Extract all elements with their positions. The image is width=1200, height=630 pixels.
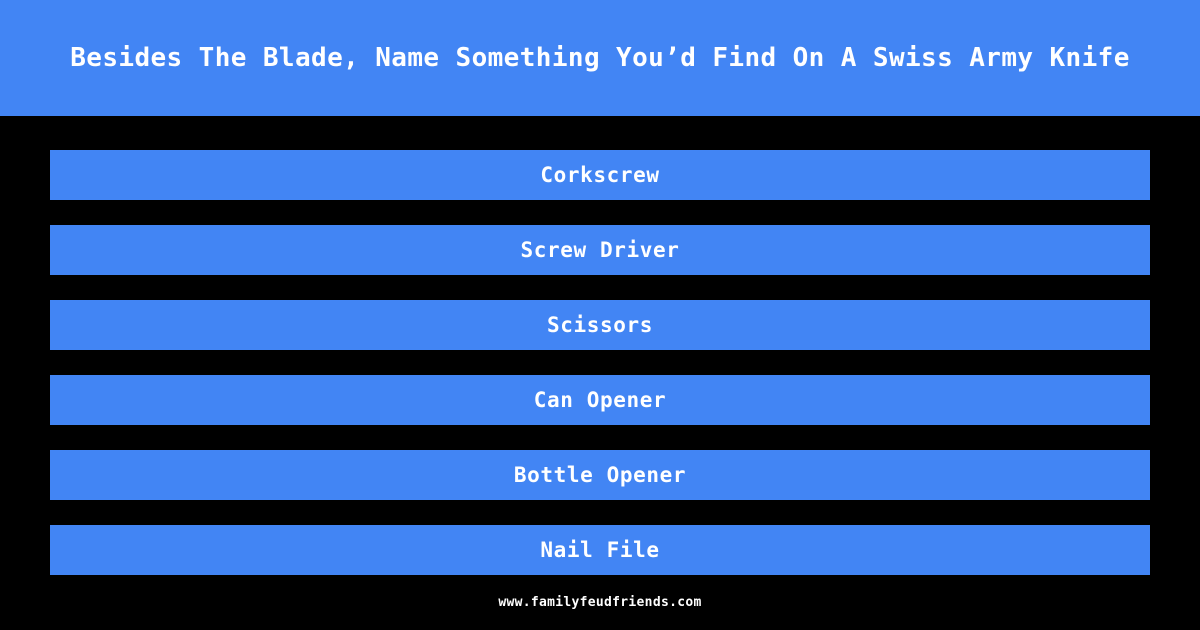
answer-label: Bottle Opener <box>513 463 687 487</box>
answer-label: Corkscrew <box>540 163 660 187</box>
answer-label: Scissors <box>547 313 653 337</box>
footer: www.familyfeudfriends.com <box>0 575 1200 630</box>
answer-row-4[interactable]: Can Opener <box>50 375 1150 425</box>
answer-row-1[interactable]: Corkscrew <box>50 150 1150 200</box>
answer-row-3[interactable]: Scissors <box>50 300 1150 350</box>
answer-label: Nail File <box>540 538 660 562</box>
question-banner: Besides The Blade, Name Something You’d … <box>0 0 1200 116</box>
answer-label: Screw Driver <box>520 238 680 262</box>
page-title: Besides The Blade, Name Something You’d … <box>70 42 1130 73</box>
answer-row-2[interactable]: Screw Driver <box>50 225 1150 275</box>
answers-list: Corkscrew Screw Driver Scissors Can Open… <box>0 116 1200 575</box>
answer-row-6[interactable]: Nail File <box>50 525 1150 575</box>
answer-card: Besides The Blade, Name Something You’d … <box>0 0 1200 630</box>
answer-label: Can Opener <box>533 388 667 412</box>
answer-row-5[interactable]: Bottle Opener <box>50 450 1150 500</box>
site-url[interactable]: www.familyfeudfriends.com <box>498 595 701 610</box>
